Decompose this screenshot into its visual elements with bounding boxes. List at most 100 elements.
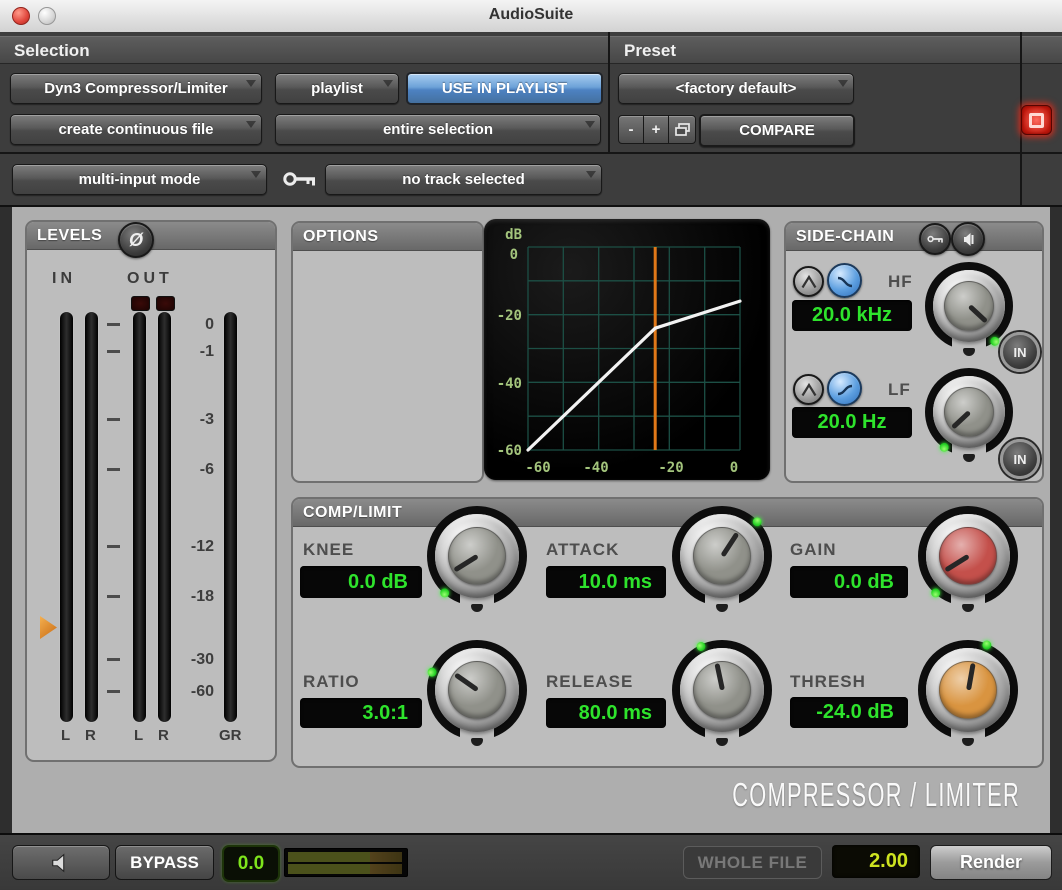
dropdown-triangle-icon	[586, 171, 596, 178]
release-display[interactable]: 80.0 ms	[546, 698, 666, 728]
dropdown-triangle-icon	[383, 80, 393, 87]
thresh-knob[interactable]	[926, 648, 1010, 732]
dropdown-triangle-icon	[246, 80, 256, 87]
side-chain-key-button[interactable]	[919, 223, 951, 255]
playlist-selector[interactable]: playlist	[275, 73, 399, 104]
duration-display[interactable]: 2.00	[832, 845, 920, 878]
thresh-label: THRESH	[790, 672, 866, 692]
meter-tick	[107, 658, 120, 661]
graph-db-label: dB	[505, 227, 522, 243]
graph-y-tick: 0	[510, 247, 518, 263]
meter-channel-label: R	[85, 727, 96, 744]
preset-section-header: Preset	[610, 36, 1020, 64]
gain-display[interactable]: 0.0 dB	[790, 566, 908, 598]
bypass-button[interactable]: BYPASS	[115, 845, 214, 880]
lf-in-button[interactable]: IN	[1000, 439, 1040, 479]
speaker-icon	[50, 853, 72, 873]
preset-decrement-button[interactable]: -	[618, 115, 644, 144]
selection-mode-selector[interactable]: entire selection	[275, 114, 601, 145]
ratio-display[interactable]: 3.0:1	[300, 698, 422, 728]
scale-label: -30	[174, 651, 214, 669]
meter-tick	[107, 545, 120, 548]
input-meter-left	[60, 312, 73, 722]
preset-copy-button[interactable]	[668, 115, 696, 144]
scale-label: -1	[174, 343, 214, 361]
thresh-display[interactable]: -24.0 dB	[790, 697, 908, 728]
selection-section-header: Selection	[0, 36, 608, 64]
file-mode-selector[interactable]: create continuous file	[10, 114, 262, 145]
track-selector-label: no track selected	[402, 171, 525, 188]
side-chain-listen-button[interactable]	[951, 222, 985, 256]
release-knob[interactable]	[680, 648, 764, 732]
lf-frequency-display[interactable]: 20.0 Hz	[792, 407, 912, 438]
title-bar[interactable]: AudioSuite	[0, 0, 1062, 33]
graph-x-tick: -60	[525, 460, 550, 476]
listen-speaker-icon	[961, 232, 976, 247]
hf-band-pass-filter-button[interactable]	[793, 266, 824, 297]
plugin-selector[interactable]: Dyn3 Compressor/Limiter	[10, 73, 262, 104]
gain-knob[interactable]	[926, 514, 1010, 598]
attack-knob[interactable]	[680, 514, 764, 598]
ratio-knob[interactable]	[435, 648, 519, 732]
input-mode-selector[interactable]: multi-input mode	[12, 164, 267, 195]
scale-label: 0	[174, 316, 214, 334]
header: Selection Preset ▼ Dyn3 Compressor/Limit…	[0, 32, 1062, 207]
in-meter-label: IN	[52, 270, 76, 288]
clip-led	[156, 296, 175, 311]
key-icon	[282, 169, 318, 189]
key-icon	[927, 234, 944, 244]
plugin-selector-label: Dyn3 Compressor/Limiter	[44, 80, 227, 97]
release-label: RELEASE	[546, 672, 633, 692]
target-button[interactable]	[1021, 105, 1052, 135]
preset-increment-button[interactable]: +	[643, 115, 669, 144]
render-button[interactable]: Render	[930, 845, 1052, 880]
graph-x-tick: -40	[583, 460, 608, 476]
track-selector[interactable]: no track selected	[325, 164, 602, 195]
knee-label: KNEE	[303, 540, 354, 560]
compare-label: COMPARE	[739, 122, 815, 139]
file-mode-label: create continuous file	[58, 121, 213, 138]
hf-frequency-knob[interactable]	[933, 270, 1005, 342]
lf-label: LF	[888, 380, 911, 400]
footer-bar: BYPASS 0.0 WHOLE FILE 2.00 Render	[0, 833, 1062, 890]
preview-volume-display[interactable]: 0.0	[222, 845, 280, 882]
attack-display[interactable]: 10.0 ms	[546, 566, 666, 598]
side-chain-panel-header: SIDE-CHAIN	[786, 223, 1042, 251]
use-in-playlist-button[interactable]: USE IN PLAYLIST	[406, 72, 603, 105]
options-panel: OPTIONS	[291, 221, 484, 483]
hf-low-pass-filter-button[interactable]	[827, 263, 862, 298]
preview-meter-bar	[288, 852, 402, 862]
target-icon	[1029, 113, 1044, 128]
preview-meter	[284, 848, 408, 877]
preview-button[interactable]	[12, 845, 110, 880]
meter-tick	[107, 323, 120, 326]
preset-selector[interactable]: <factory default>	[618, 73, 854, 104]
band-pass-icon	[801, 383, 817, 397]
meter-tick	[107, 468, 120, 471]
meter-tick	[107, 690, 120, 693]
knee-knob[interactable]	[435, 514, 519, 598]
lf-high-pass-filter-button[interactable]	[827, 371, 862, 406]
knee-display[interactable]: 0.0 dB	[300, 566, 422, 598]
graph-y-tick: -20	[497, 308, 522, 324]
dropdown-triangle-icon	[246, 121, 256, 128]
transfer-function-graph: dB 0 -20 -40 -60 -60 -40 -20 0	[484, 219, 770, 480]
hf-frequency-display[interactable]: 20.0 kHz	[792, 300, 912, 331]
graph-y-tick: -60	[497, 443, 522, 459]
band-pass-icon	[801, 275, 817, 289]
graph-x-tick: 0	[730, 460, 738, 476]
scale-label: -60	[174, 683, 214, 701]
meter-tick	[107, 418, 120, 421]
target-section-header	[1022, 36, 1062, 64]
out-meter-label: OUT	[127, 270, 173, 288]
compare-button[interactable]: COMPARE	[699, 114, 855, 147]
phase-invert-button[interactable]: Ø	[118, 222, 154, 258]
scale-label: -12	[174, 538, 214, 556]
header-divider	[608, 32, 610, 152]
lf-frequency-knob[interactable]	[933, 376, 1005, 448]
hf-label: HF	[888, 272, 913, 292]
hf-in-button[interactable]: IN	[1000, 332, 1040, 372]
lf-band-pass-filter-button[interactable]	[793, 374, 824, 405]
options-panel-header: OPTIONS	[293, 223, 482, 251]
meter-channel-label: GR	[219, 727, 242, 744]
